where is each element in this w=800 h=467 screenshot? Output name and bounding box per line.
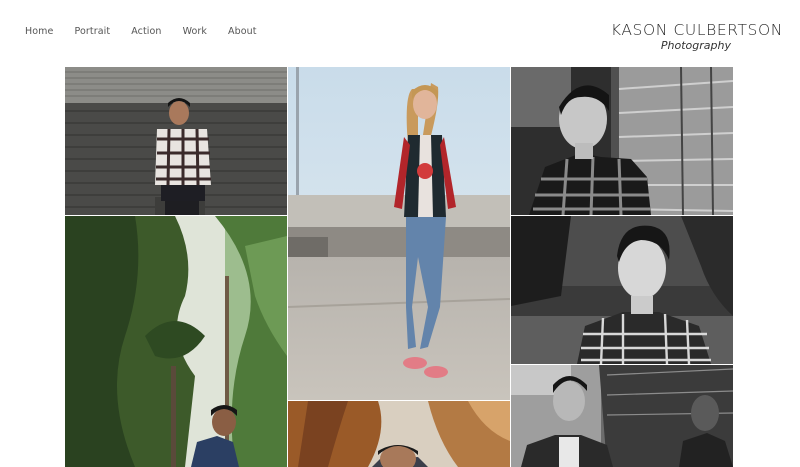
photo-autumn-portrait bbox=[288, 401, 510, 467]
gallery-photo-6[interactable] bbox=[288, 401, 510, 467]
gallery-photo-3[interactable] bbox=[511, 67, 733, 215]
brand-tagline: Photography bbox=[660, 39, 731, 52]
nav-work-link[interactable]: Work bbox=[183, 26, 207, 37]
brand-name: KASON CULBERTSON bbox=[610, 21, 783, 39]
gallery-photo-5[interactable] bbox=[511, 216, 733, 364]
main-nav: Home Portrait Action Work About bbox=[25, 26, 278, 37]
gallery-photo-4[interactable] bbox=[65, 216, 287, 467]
nav-action-link[interactable]: Action bbox=[131, 26, 161, 37]
photo-man-forest bbox=[65, 216, 287, 467]
nav-home-link[interactable]: Home bbox=[25, 26, 53, 37]
photo-man-wood-wall bbox=[65, 67, 287, 215]
photo-man-plaid-bw bbox=[511, 216, 733, 364]
site-logo[interactable]: KASON CULBERTSON Photography bbox=[611, 21, 783, 53]
photo-man-denim-bw bbox=[511, 365, 733, 467]
gallery-photo-2[interactable] bbox=[288, 67, 510, 400]
nav-about-link[interactable]: About bbox=[228, 26, 257, 37]
photo-man-smiling-bw bbox=[511, 67, 733, 215]
nav-portrait-link[interactable]: Portrait bbox=[74, 26, 110, 37]
gallery-photo-7[interactable] bbox=[511, 365, 733, 467]
photo-woman-parking-lot bbox=[288, 67, 510, 400]
gallery-photo-1[interactable] bbox=[65, 67, 287, 215]
